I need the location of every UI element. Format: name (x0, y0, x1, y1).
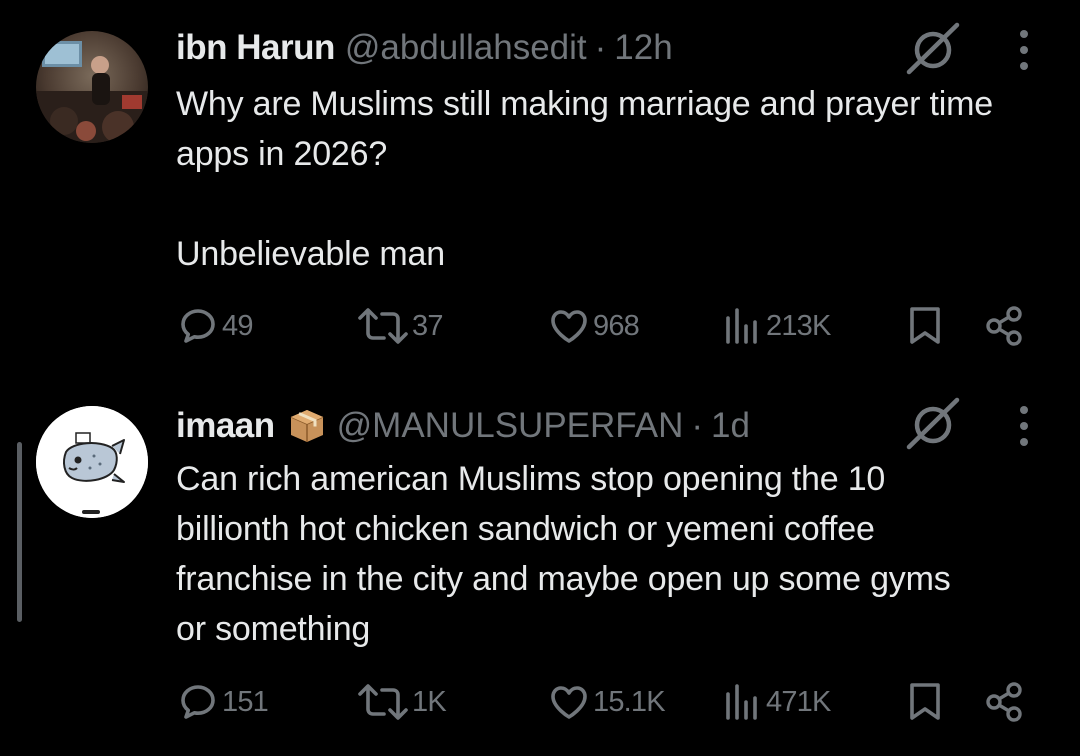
timestamp[interactable]: 1d (711, 404, 750, 448)
timestamp[interactable]: 12h (614, 26, 672, 70)
more-options-icon[interactable] (1018, 28, 1030, 72)
thread-line (17, 442, 22, 622)
reply-icon (181, 309, 215, 343)
like-button[interactable]: 968 (547, 304, 640, 348)
avatar[interactable] (36, 406, 148, 518)
like-button[interactable]: 15.1K (547, 680, 666, 724)
heart-icon (551, 310, 587, 343)
more-options-icon[interactable] (1018, 404, 1030, 448)
heart-icon (551, 686, 587, 719)
share-icon[interactable] (983, 681, 1025, 723)
views-chart-icon (726, 684, 757, 720)
tweet-text: Can rich american Muslims stop opening t… (176, 454, 988, 654)
separator: · (594, 28, 607, 67)
grok-icon[interactable] (903, 395, 961, 453)
reply-count: 49 (222, 309, 253, 342)
action-bar: 49 37 968 213K (0, 304, 1080, 348)
views-button[interactable]: 471K (720, 680, 831, 724)
views-button[interactable]: 213K (720, 304, 831, 348)
repost-icon (358, 684, 408, 720)
tweet-header: ibn Harun @abdullahsedit · 12h (176, 26, 673, 70)
avatar[interactable] (36, 31, 148, 143)
separator: · (691, 406, 704, 445)
display-name[interactable]: ibn Harun (176, 26, 335, 70)
reply-count: 151 (222, 685, 269, 718)
tweet-paragraph: Unbelievable man (176, 235, 445, 273)
bookmark-icon[interactable] (907, 680, 943, 724)
like-count: 15.1K (593, 685, 666, 718)
username[interactable]: @MANULSUPERFAN (337, 404, 684, 448)
repost-button[interactable]: 37 (356, 304, 443, 348)
reply-button[interactable]: 151 (176, 680, 269, 724)
grok-icon[interactable] (903, 20, 961, 78)
tweet-paragraph: Can rich american Muslims stop opening t… (176, 460, 951, 648)
views-chart-icon (726, 308, 757, 344)
view-count: 471K (766, 685, 831, 718)
display-name[interactable]: imaan (176, 404, 275, 448)
repost-icon (358, 308, 408, 344)
repost-button[interactable]: 1K (356, 680, 447, 724)
bookmark-icon[interactable] (907, 304, 943, 348)
share-icon[interactable] (983, 305, 1025, 347)
repost-count: 1K (412, 685, 447, 718)
package-emoji (290, 410, 323, 442)
action-bar: 151 1K 15.1K 471K (0, 680, 1080, 724)
reply-icon (181, 685, 215, 719)
tweet-paragraph: Why are Muslims still making marriage an… (176, 85, 993, 173)
view-count: 213K (766, 309, 831, 342)
reply-button[interactable]: 49 (176, 304, 253, 348)
like-count: 968 (593, 309, 640, 342)
repost-count: 37 (412, 309, 443, 342)
username[interactable]: @abdullahsedit (345, 26, 587, 70)
tweet-text: Why are Muslims still making marriage an… (176, 79, 1036, 279)
tweet-header: imaan @MANULSUPERFAN · 1d (176, 404, 750, 448)
